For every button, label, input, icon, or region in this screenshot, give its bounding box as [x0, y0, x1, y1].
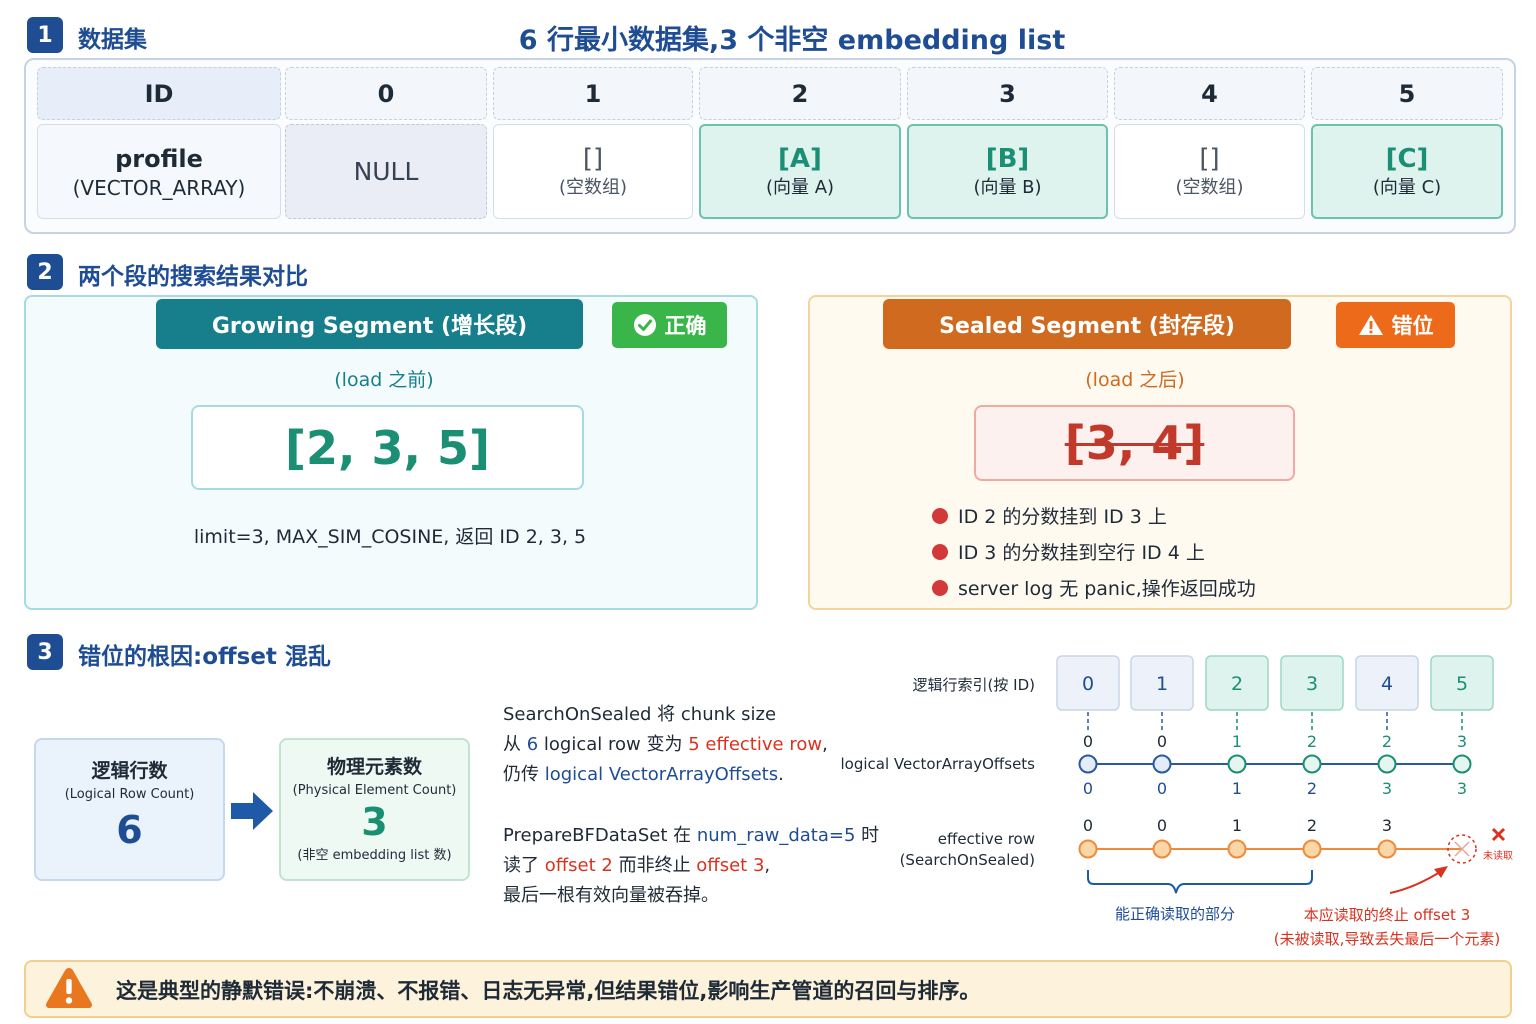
offset-top-label: 2	[1382, 732, 1392, 751]
offset-dot	[1078, 754, 1098, 774]
offset-dot	[1452, 754, 1472, 774]
offset-dot	[1152, 754, 1172, 774]
offset-bottom-label: 0	[1083, 779, 1093, 798]
offset-top-label: 3	[1457, 732, 1467, 751]
effective-label: 0	[1083, 816, 1093, 835]
offset-top-label: 1	[1232, 732, 1242, 751]
offset-bottom-label: 1	[1232, 779, 1242, 798]
missing-label-line-1: 本应读取的终止 offset 3	[1303, 906, 1471, 924]
index-box-label: 3	[1306, 673, 1318, 695]
warning-text: 这是典型的静默错误:不崩溃、不报错、日志无异常,但结果错位,影响生产管道的召回与…	[116, 979, 981, 1003]
offset-dot	[1377, 754, 1397, 774]
warning-icon	[46, 968, 92, 1008]
not-read-mark: 未读取	[1483, 851, 1513, 862]
missing-arrow-head	[1434, 866, 1448, 878]
offset-top-label: 0	[1157, 732, 1167, 751]
offset-bottom-label: 3	[1457, 779, 1467, 798]
missing-arrow-line	[1389, 871, 1441, 894]
missing-label-line-2: (未被读取,导致丢失最后一个元素)	[1273, 930, 1501, 948]
offset-bottom-label: 0	[1157, 779, 1167, 798]
missing-offset-label: 本应读取的终止 offset 3 (未被读取,导致丢失最后一个元素)	[1262, 903, 1512, 951]
effective-dot	[1078, 839, 1098, 859]
effective-dot	[1377, 839, 1397, 859]
offset-bottom-label: 2	[1307, 779, 1317, 798]
index-box-label: 5	[1456, 673, 1468, 695]
brace-label: 能正确读取的部分	[1114, 905, 1235, 923]
effective-label: 0	[1157, 816, 1167, 835]
index-box-label: 1	[1156, 673, 1168, 695]
offset-dot	[1227, 754, 1247, 774]
effective-label: 2	[1307, 816, 1317, 835]
effective-dot	[1152, 839, 1172, 859]
offset-top-label: 0	[1083, 732, 1093, 751]
offset-dot	[1302, 754, 1322, 774]
effective-dot	[1227, 839, 1247, 859]
index-box-label: 2	[1231, 673, 1243, 695]
index-box-label: 0	[1082, 673, 1094, 695]
offset-top-label: 2	[1307, 732, 1317, 751]
offset-diagram: 0 1 2 3 4 5 0 0 1 2 2 3 0 0 1 2 3 3 0 0 1 2 3	[1056, 655, 1506, 894]
not-read-x-icon	[1491, 827, 1506, 842]
effective-dot	[1302, 839, 1322, 859]
effective-label: 3	[1382, 816, 1392, 835]
effective-label: 1	[1232, 816, 1242, 835]
offset-bottom-label: 3	[1382, 779, 1392, 798]
readable-brace	[1087, 870, 1313, 894]
index-box-label: 4	[1381, 673, 1393, 695]
